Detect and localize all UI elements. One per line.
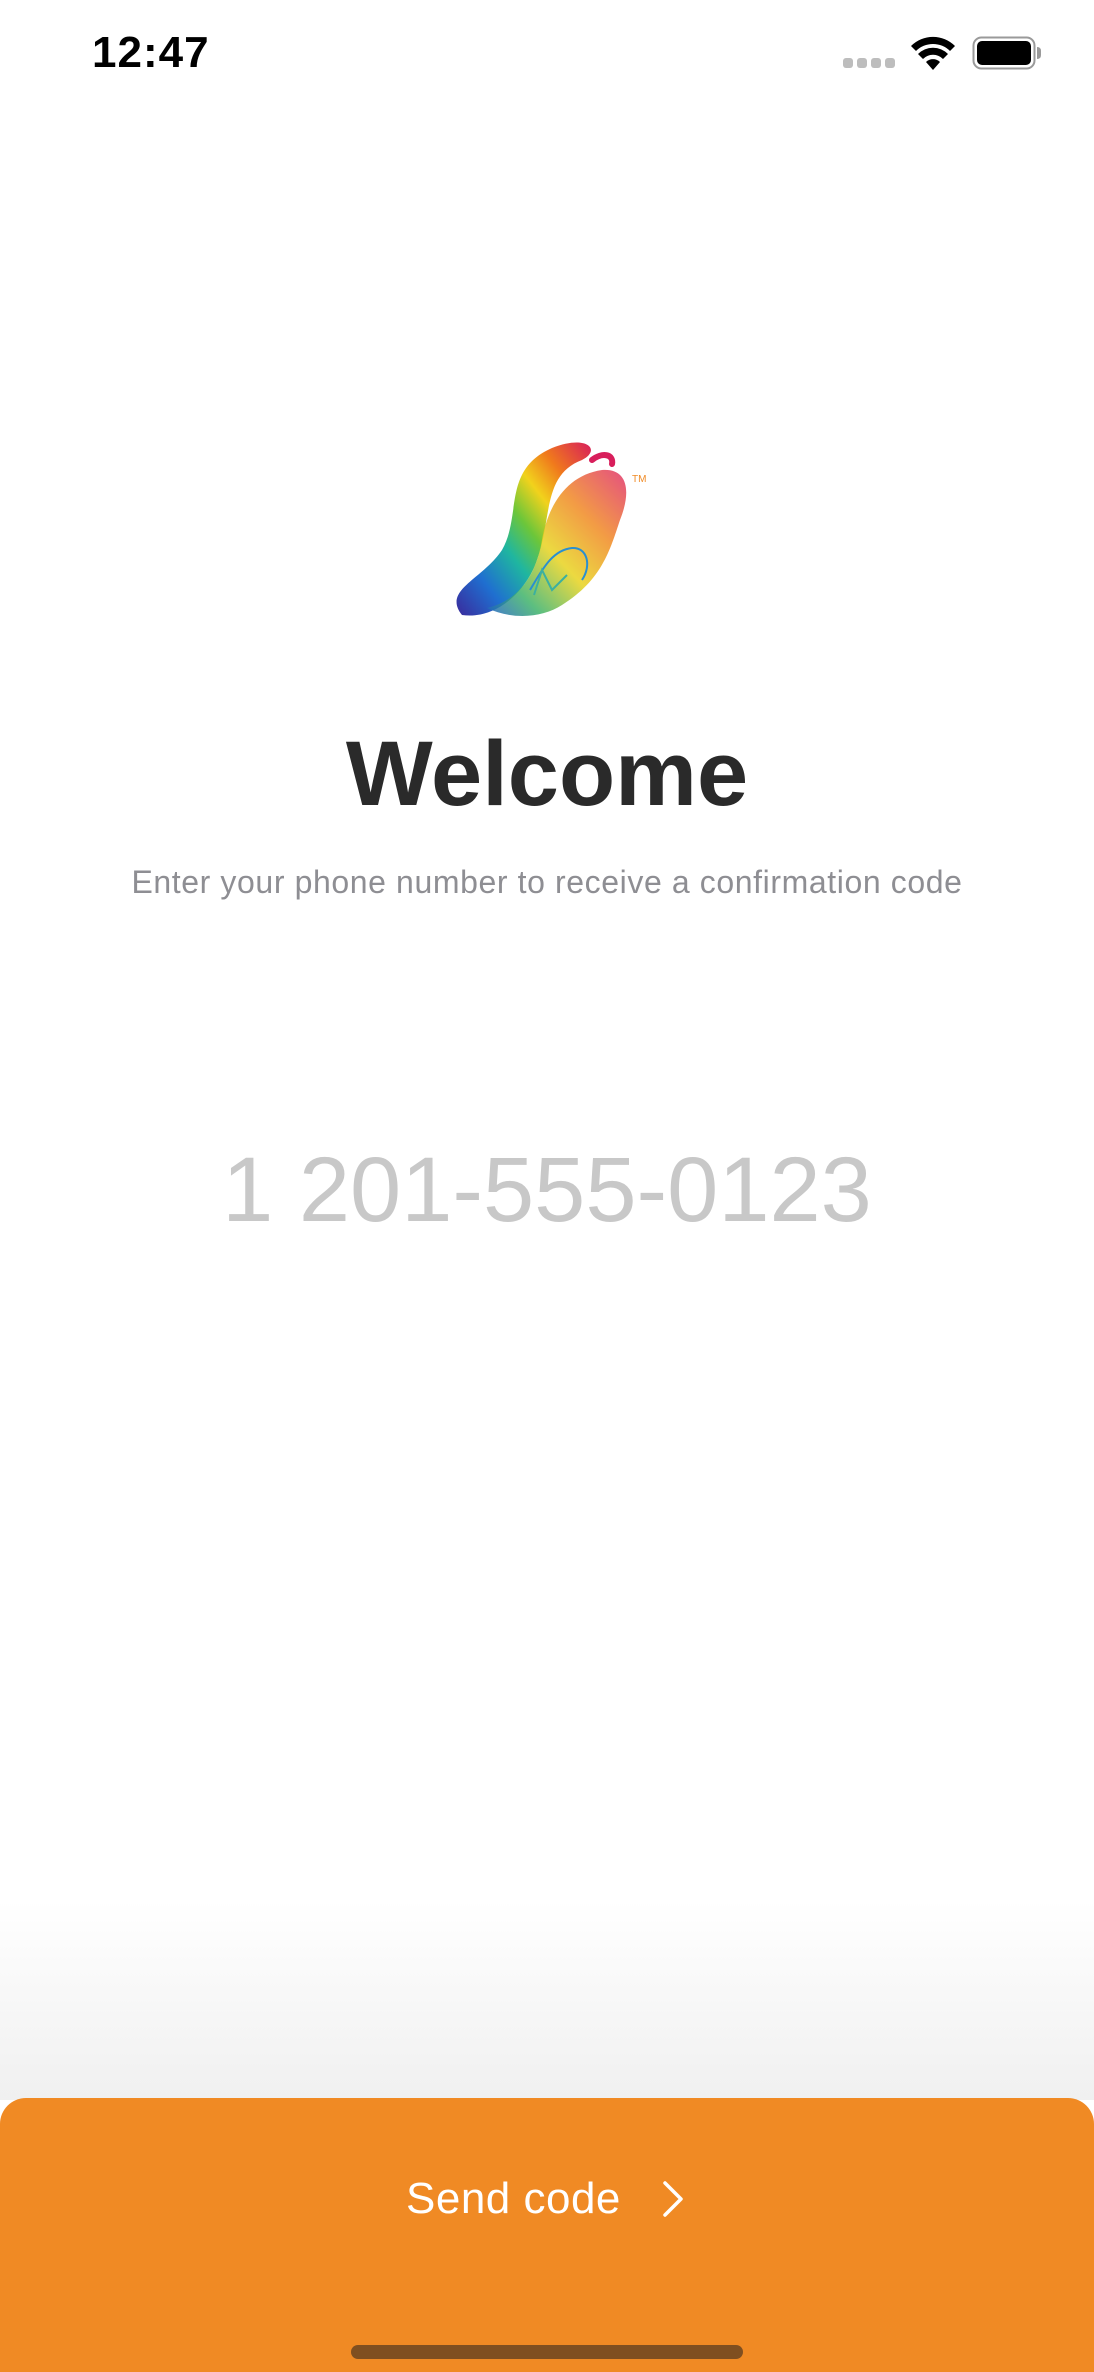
battery-icon [972,36,1041,70]
status-time: 12:47 [92,28,210,77]
bottom-shadow [0,1900,1094,2100]
send-code-content: Send code [406,2164,685,2234]
chevron-right-icon [663,2181,683,2217]
phone-number-input[interactable] [97,1130,997,1250]
home-indicator[interactable] [351,2345,743,2359]
send-code-label: Send code [406,2174,621,2223]
trademark-mark: TM [632,474,646,485]
welcome-subtitle: Enter your phone number to receive a con… [131,864,963,900]
cellular-signal-icon [843,58,895,70]
login-screen: 12:47 TM Welcome Enter your phone number… [0,0,1094,2372]
welcome-title: Welcome [345,723,749,825]
status-bar: 12:47 [0,0,1094,110]
send-code-button[interactable]: Send code [0,2098,1094,2372]
wifi-icon [911,36,955,70]
rainbow-swirl-logo: TM [456,442,646,616]
